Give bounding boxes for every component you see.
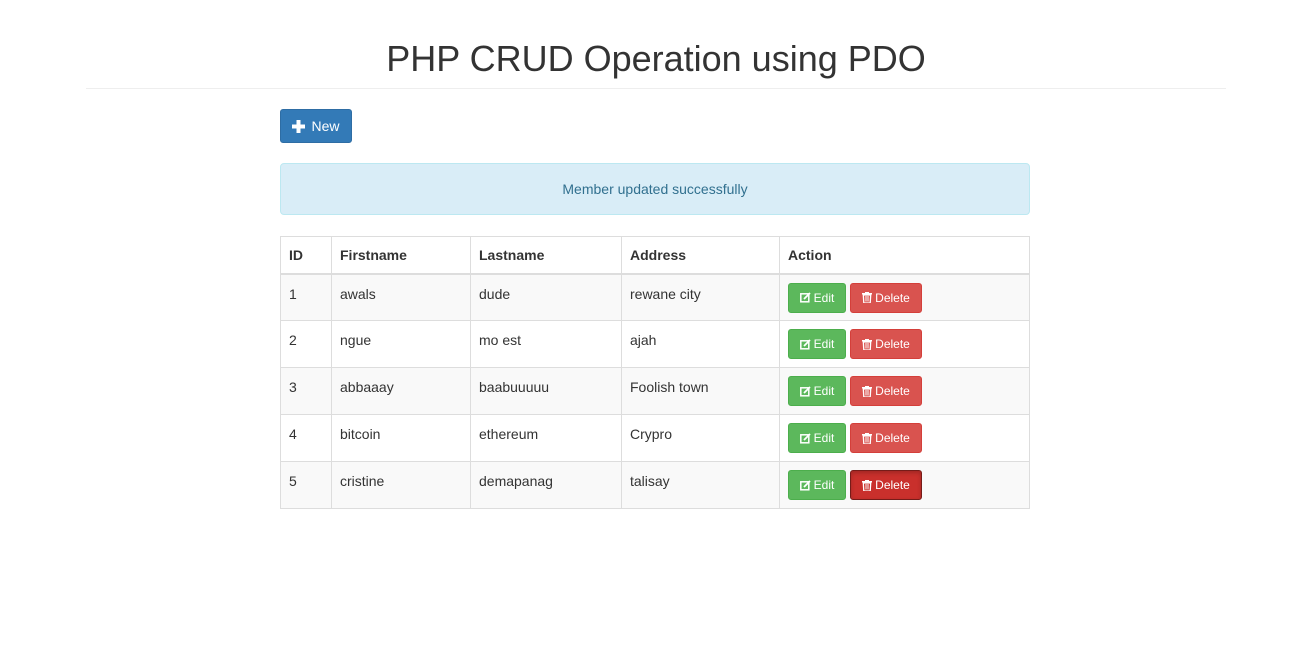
cell-id: 1 [280,273,332,321]
edit-button[interactable]: Edit [788,282,846,313]
header-firstname: Firstname [331,236,471,275]
cell-firstname: abbaaay [331,367,471,415]
cell-firstname: cristine [331,461,471,509]
new-button-label: New [311,118,340,134]
new-button[interactable]: New [280,109,352,143]
edit-icon [799,432,811,444]
members-table: ID Firstname Lastname Address Action 1 a… [280,236,1030,509]
delete-button-label: Delete [875,384,910,398]
cell-address: Crypro [621,414,780,462]
cell-address: Foolish town [621,367,780,415]
edit-button[interactable]: Edit [788,329,846,359]
trash-icon [862,338,873,350]
cell-id: 5 [280,461,332,509]
edit-button[interactable]: Edit [788,423,846,453]
cell-address: ajah [621,320,780,368]
edit-button-label: Edit [813,478,835,492]
cell-firstname: awals [331,273,471,321]
trash-icon [862,479,873,491]
alert-message: Member updated successfully [562,181,748,197]
cell-id: 4 [280,414,332,462]
page-title: PHP CRUD Operation using PDO [386,38,926,79]
edit-icon [799,479,811,491]
edit-button-label: Edit [813,384,835,398]
cell-lastname: demapanag [470,461,622,509]
edit-button-label: Edit [813,431,835,445]
cell-lastname: ethereum [470,414,622,462]
cell-address: rewane city [621,273,780,321]
cell-id: 2 [280,320,332,368]
table-row: 5 cristine demapanag talisay Edit Delete [280,461,1030,509]
edit-icon [799,338,811,350]
delete-button-label: Delete [875,431,910,445]
table-header-row: ID Firstname Lastname Address Action [280,236,1030,275]
edit-button[interactable]: Edit [788,376,846,406]
header-action: Action [779,236,1030,275]
cell-address: talisay [621,461,780,509]
cell-action: Edit Delete [779,414,1030,462]
cell-firstname: bitcoin [331,414,471,462]
delete-button[interactable]: Delete [850,376,922,406]
cell-lastname: mo est [470,320,622,368]
delete-button[interactable]: Delete [850,423,922,453]
header-lastname: Lastname [470,236,622,275]
plus-icon [292,119,306,133]
cell-lastname: dude [470,273,622,321]
trash-icon [862,385,873,397]
header-id: ID [280,236,332,275]
delete-button[interactable]: Delete [850,282,922,313]
header-address: Address [621,236,780,275]
edit-button[interactable]: Edit [788,470,846,500]
cell-action: Edit Delete [779,367,1030,415]
table-row: 2 ngue mo est ajah Edit Delete [280,320,1030,368]
main-content: New Member updated successfully ID First… [280,109,1030,509]
edit-button-label: Edit [813,290,835,305]
delete-button-label: Delete [875,478,910,492]
table-row: 4 bitcoin ethereum Crypro Edit Delete [280,414,1030,462]
table-body: 1 awals dude rewane city Edit Delete 2 n… [280,273,1030,509]
delete-button[interactable]: Delete [850,329,922,359]
trash-icon [862,432,873,444]
trash-icon [862,292,873,303]
status-alert: Member updated successfully [280,163,1030,215]
cell-action: Edit Delete [779,461,1030,509]
cell-action: Edit Delete [779,320,1030,368]
cell-id: 3 [280,367,332,415]
table-row: 3 abbaaay baabuuuuu Foolish town Edit De… [280,367,1030,415]
delete-button[interactable]: Delete [850,470,922,500]
table-row: 1 awals dude rewane city Edit Delete [280,273,1030,321]
cell-firstname: ngue [331,320,471,368]
page-header: PHP CRUD Operation using PDO [86,0,1226,89]
delete-button-label: Delete [875,290,910,305]
edit-button-label: Edit [813,337,835,351]
edit-icon [799,385,811,397]
cell-action: Edit Delete [779,273,1030,321]
delete-button-label: Delete [875,337,910,351]
edit-icon [799,292,811,303]
cell-lastname: baabuuuuu [470,367,622,415]
